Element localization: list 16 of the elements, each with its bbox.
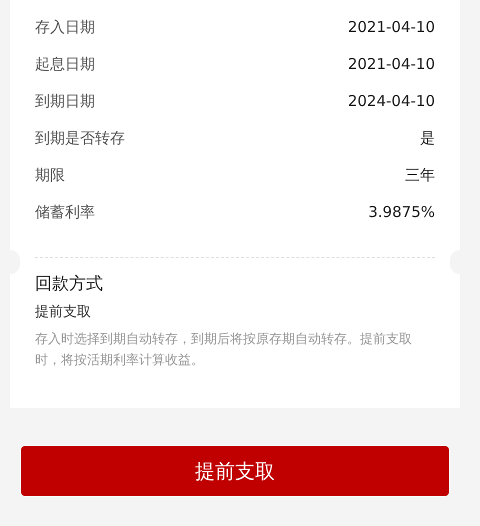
method-text: 提前支取 bbox=[35, 302, 92, 322]
detail-value: 2024-04-10 bbox=[348, 91, 435, 112]
withdraw-button[interactable]: 提前支取 bbox=[21, 446, 449, 496]
section-title: 回款方式 bbox=[35, 273, 104, 296]
detail-label: 存入日期 bbox=[35, 17, 95, 38]
detail-label: 到期是否转存 bbox=[35, 128, 125, 150]
detail-label: 储蓄利率 bbox=[35, 202, 95, 224]
detail-value: 3.9875% bbox=[368, 202, 435, 224]
detail-label: 到期日期 bbox=[35, 91, 95, 112]
detail-value: 三年 bbox=[405, 165, 435, 186]
detail-label: 起息日期 bbox=[35, 54, 95, 76]
detail-value: 2021-04-10 bbox=[348, 54, 435, 76]
description-text: 存入时选择到期自动转存，到期后将按原存期自动转存。提前支取时，将按活期利率计算收益。 bbox=[35, 330, 413, 370]
detail-value: 是 bbox=[420, 128, 435, 150]
detail-value: 2021-04-10 bbox=[348, 17, 435, 38]
detail-label: 期限 bbox=[35, 165, 65, 186]
